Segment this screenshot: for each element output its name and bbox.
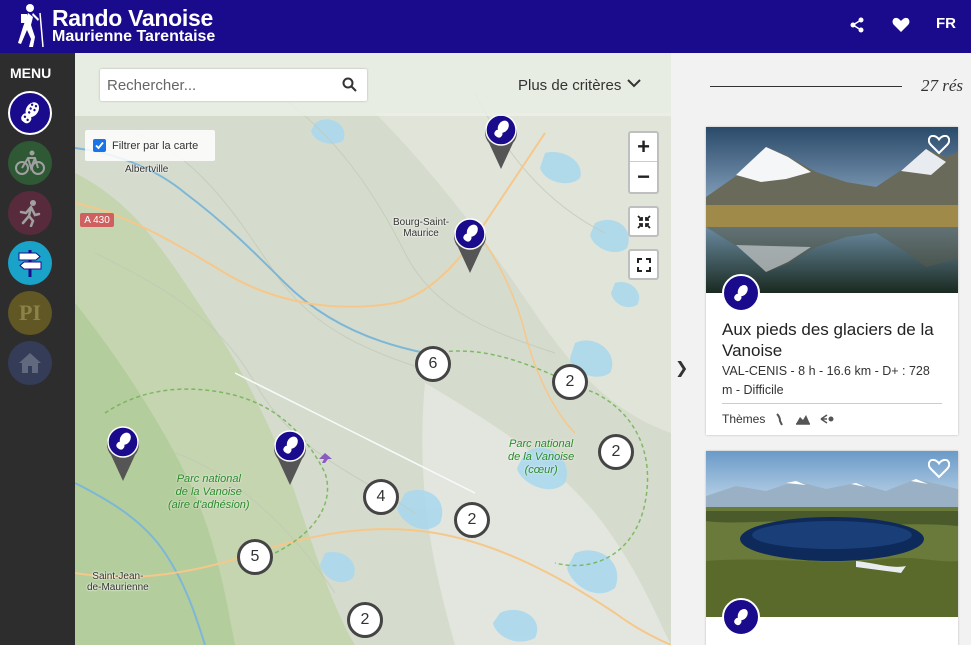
place-stjean-line1: Saint-Jean- xyxy=(92,571,144,582)
house-icon xyxy=(19,353,41,373)
search-input[interactable] xyxy=(100,69,325,101)
trek-card[interactable] xyxy=(706,451,958,645)
activity-badge xyxy=(722,274,760,312)
search-icon[interactable] xyxy=(342,77,357,92)
alpine-lake-photo xyxy=(706,451,958,617)
menu-label[interactable]: MENU xyxy=(10,65,51,81)
more-criteria-button[interactable]: Plus de critères xyxy=(518,77,621,94)
trek-photo[interactable] xyxy=(706,451,958,617)
sidebar-item-trail-running[interactable] xyxy=(8,191,52,235)
collapse-arrows-icon xyxy=(636,214,651,229)
park-core-line2: de la Vanoise xyxy=(508,451,575,463)
brand-subtitle[interactable]: Maurienne Tarentaise xyxy=(52,28,215,46)
sidebar-item-signposts[interactable] xyxy=(8,241,52,285)
runner-icon xyxy=(19,200,41,227)
results-panel: ❯ 27 rés Aux pieds des glaciers de la Va… xyxy=(671,53,971,645)
place-bourg-line2: Maurice xyxy=(403,228,439,239)
place-bourg-line1: Bourg-Saint- xyxy=(393,217,450,228)
map-cluster[interactable]: 2 xyxy=(454,502,490,538)
park-label-adhesion: Parc national de la Vanoise (aire d'adhé… xyxy=(168,473,250,512)
language-selector[interactable]: FR xyxy=(936,15,956,32)
map-cluster[interactable]: 5 xyxy=(237,539,273,575)
card-divider xyxy=(722,403,942,404)
sidebar-menu: MENU PI xyxy=(0,53,75,645)
favorite-heart-icon[interactable] xyxy=(928,135,950,155)
trek-title[interactable]: Aux pieds des glaciers de la Vanoise xyxy=(722,319,947,361)
boot-icon xyxy=(734,284,748,302)
favorite-heart-icon[interactable] xyxy=(928,459,950,479)
trek-card[interactable]: Aux pieds des glaciers de la Vanoise VAL… xyxy=(706,127,958,435)
park-adh-line3: (aire d'adhésion) xyxy=(168,499,250,511)
park-core-line3: (cœur) xyxy=(524,464,558,476)
trek-meta: VAL-CENIS - 8 h - 16.6 km - D+ : 728 m -… xyxy=(722,364,930,397)
place-stjean-line2: de-Maurienne xyxy=(87,582,149,593)
flora-icon xyxy=(776,413,784,426)
sidebar-item-hiking[interactable] xyxy=(8,91,52,135)
results-divider xyxy=(710,86,902,87)
chevron-down-icon[interactable] xyxy=(627,79,641,88)
trek-themes: Thèmes xyxy=(722,412,835,426)
boot-icon xyxy=(734,608,748,626)
sidebar-item-cycling[interactable] xyxy=(8,141,52,185)
map-cluster[interactable]: 4 xyxy=(363,479,399,515)
map-cluster[interactable]: 2 xyxy=(347,602,383,638)
road-sign: A 430 xyxy=(80,213,114,227)
hike-marker-pin[interactable] xyxy=(481,113,521,171)
sidebar-item-points-of-interest[interactable]: PI xyxy=(8,291,52,335)
trek-photo[interactable] xyxy=(706,127,958,293)
map-cluster[interactable]: 2 xyxy=(598,434,634,470)
share-icon[interactable] xyxy=(845,13,869,37)
activity-badge xyxy=(722,598,760,636)
signpost-icon xyxy=(18,250,42,277)
filter-checkbox[interactable] xyxy=(93,139,106,152)
search-box xyxy=(100,69,367,101)
fullscreen-button[interactable] xyxy=(628,249,659,280)
place-saint-jean-de-maurienne: Saint-Jean- de-Maurienne xyxy=(87,571,149,593)
zoom-in-button[interactable]: + xyxy=(630,133,657,162)
map-cluster[interactable]: 6 xyxy=(415,346,451,382)
bike-icon xyxy=(15,150,45,175)
fauna-icon xyxy=(820,414,834,424)
boot-icon xyxy=(21,102,40,124)
sidebar-item-refuges[interactable] xyxy=(8,341,52,385)
hiker-logo-icon[interactable] xyxy=(10,3,46,49)
results-count: 27 rés xyxy=(921,76,964,95)
map-cluster[interactable]: 2 xyxy=(552,364,588,400)
zoom-control: + − xyxy=(628,131,659,194)
park-adh-line1: Parc national xyxy=(176,473,241,485)
collapse-panel-icon[interactable]: ❯ xyxy=(675,358,688,378)
hike-marker-pin[interactable] xyxy=(450,217,490,275)
favorites-heart-icon[interactable] xyxy=(889,13,913,37)
reset-view-button[interactable] xyxy=(628,206,659,237)
park-label-core: Parc national de la Vanoise (cœur) xyxy=(508,438,574,477)
park-core-line1: Parc national xyxy=(509,438,574,450)
lake-icon xyxy=(796,415,811,425)
app-header: Rando Vanoise Maurienne Tarentaise FR xyxy=(0,0,971,53)
filter-by-map[interactable]: Filtrer par la carte xyxy=(85,130,215,161)
check-icon xyxy=(95,141,104,150)
place-albertville: Albertville xyxy=(125,164,169,175)
park-adh-line2: de la Vanoise xyxy=(175,486,242,498)
zoom-out-button[interactable]: − xyxy=(630,162,657,191)
themes-label: Thèmes xyxy=(722,412,766,426)
hike-marker-pin[interactable] xyxy=(103,425,143,483)
fullscreen-icon xyxy=(636,257,651,272)
pi-icon: PI xyxy=(19,300,41,325)
filter-label: Filtrer par la carte xyxy=(112,139,199,152)
place-bourg-saint-maurice: Bourg-Saint- Maurice xyxy=(393,217,449,239)
mountain-lake-photo xyxy=(706,127,958,293)
hike-marker-pin[interactable] xyxy=(270,429,310,487)
search-bar: Plus de critères xyxy=(75,53,671,116)
